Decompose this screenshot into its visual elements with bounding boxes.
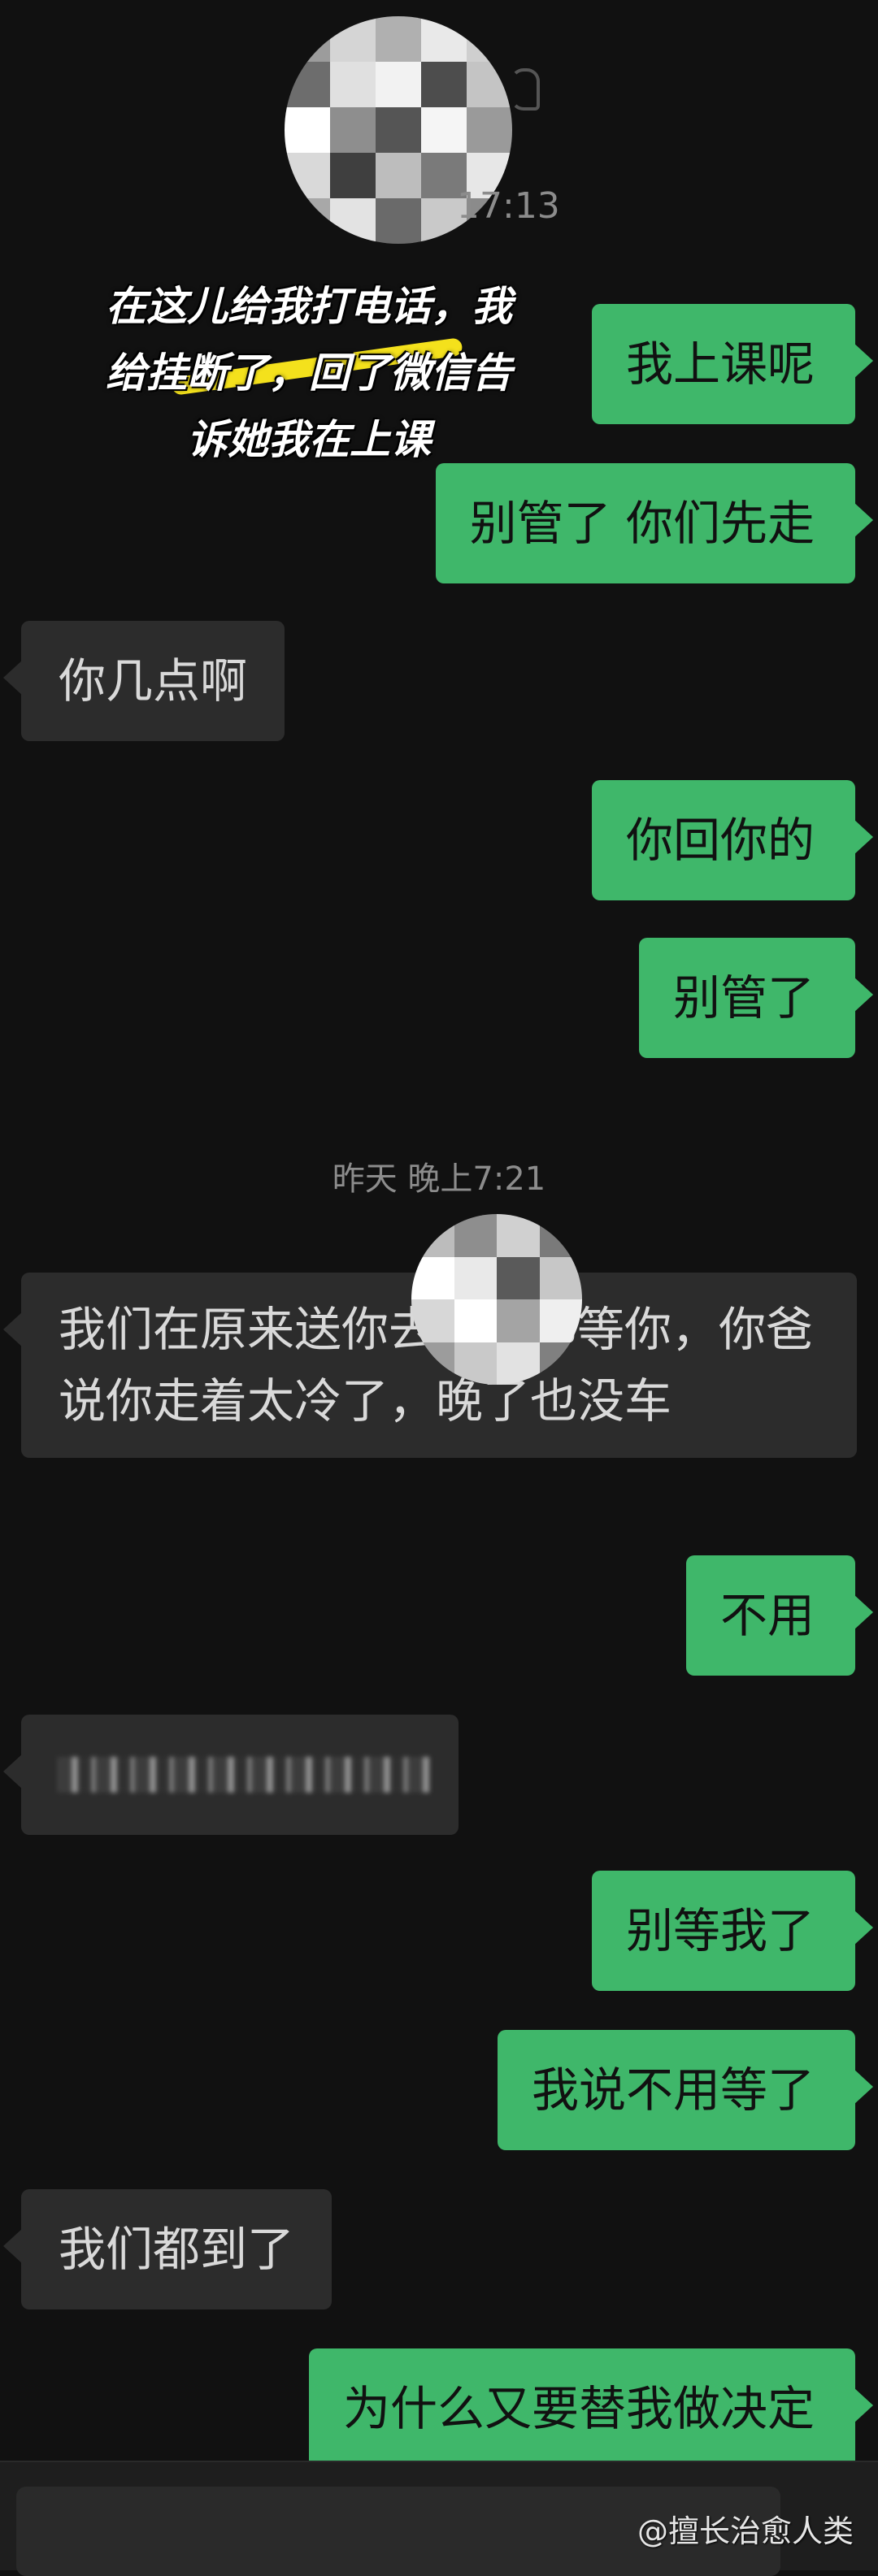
redacted-text xyxy=(57,1757,431,1793)
message-bubble-sent[interactable]: 别管了 你们先走 xyxy=(435,463,874,583)
message-text: 我们都到了 xyxy=(59,2222,295,2277)
message-bubble-sent[interactable]: 不用 xyxy=(685,1555,874,1676)
message-bubble-sent[interactable]: 为什么又要替我做决定 xyxy=(308,2348,874,2469)
message-text: 我说不用等了 xyxy=(531,2062,815,2118)
message-bubble-sent[interactable]: 别等我了 xyxy=(591,1871,874,1991)
caption-text: 在这儿给我打电话，我 给挂断了，回了微信告 诉她我在上课 xyxy=(49,273,569,473)
message-bubble-sent[interactable]: 你回你的 xyxy=(591,780,874,900)
message-text: 你回你的 xyxy=(625,813,815,868)
message-text: 别管了 xyxy=(672,970,815,1026)
message-bubble-sent[interactable]: 别管了 xyxy=(638,938,874,1058)
message-bubble-sent[interactable]: 我上课呢 xyxy=(591,304,874,424)
message-text: 别等我了 xyxy=(625,1903,815,1958)
message-text: 不用 xyxy=(719,1588,815,1643)
caption-line-2: 给挂断了，回了微信告 xyxy=(106,349,512,397)
caption-line-1: 在这儿给我打电话，我 xyxy=(106,283,512,330)
message-text: 别管了 你们先走 xyxy=(469,496,815,551)
middle-timestamp: 昨天 晚上7:21 xyxy=(332,1160,546,1198)
message-text: 你几点啊 xyxy=(59,653,248,709)
message-bubble-received[interactable]: 你几点啊 xyxy=(2,621,285,741)
message-text: 为什么又要替我做决定 xyxy=(342,2381,815,2436)
message-bubble-sent[interactable]: 我说不用等了 xyxy=(497,2030,874,2150)
message-bubble-received[interactable]: 我们都到了 xyxy=(2,2189,333,2309)
message-bubble-received-redacted[interactable] xyxy=(3,1715,459,1835)
ear-icon xyxy=(511,68,540,111)
top-timestamp: 17:13 xyxy=(457,185,560,227)
middle-avatar-blurred xyxy=(411,1214,582,1385)
message-text: 我上课呢 xyxy=(625,336,815,392)
watermark-text: @擅长治愈人类 xyxy=(637,2513,854,2549)
